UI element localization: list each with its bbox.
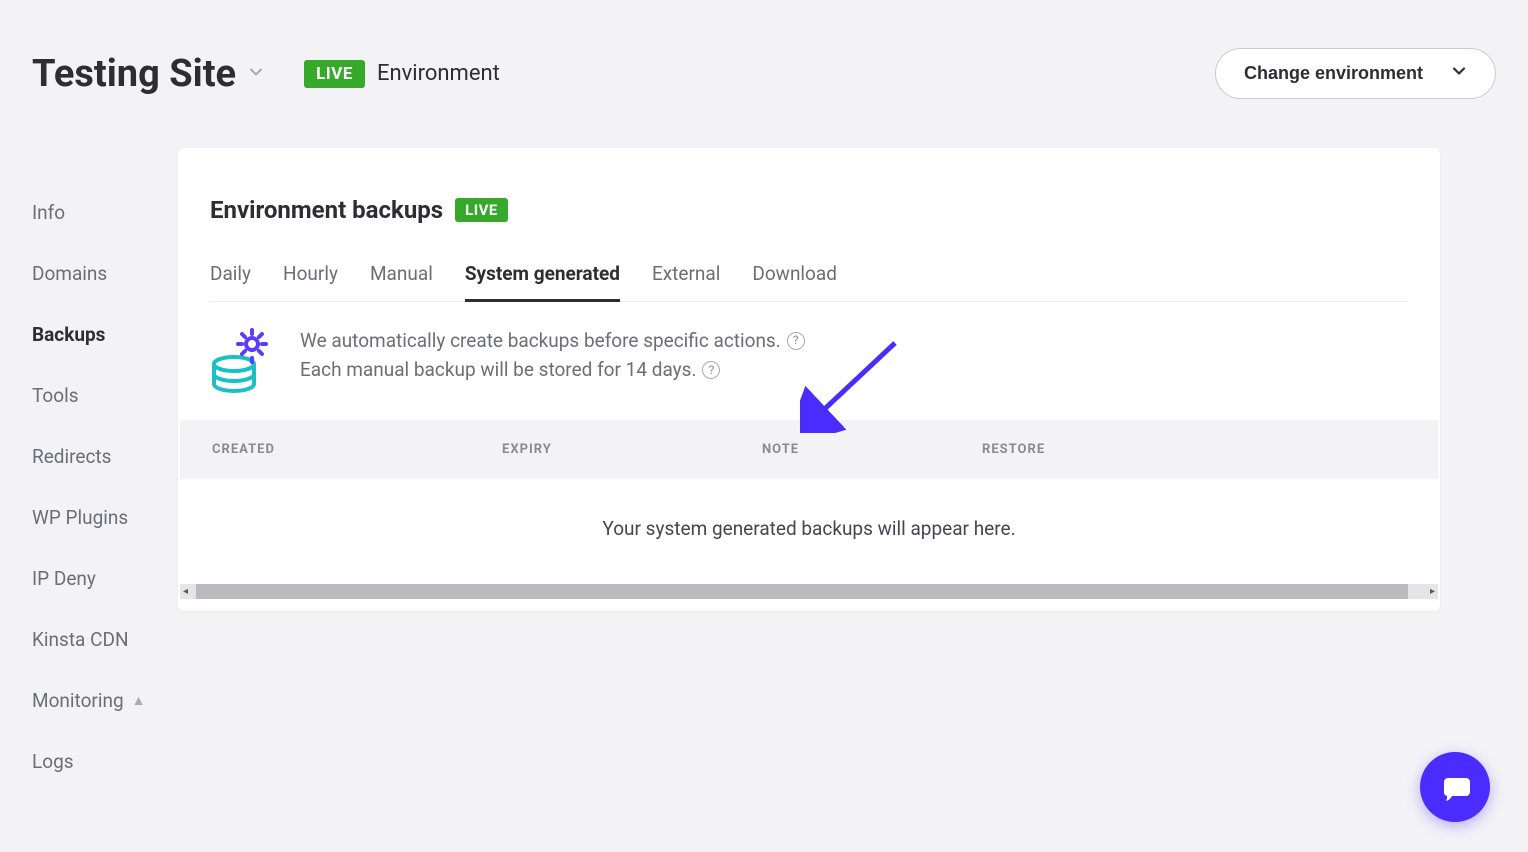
sidebar-item-label: Monitoring [32, 689, 124, 712]
info-line-1: We automatically create backups before s… [300, 326, 781, 355]
table-header: CREATED EXPIRY NOTE RESTORE [180, 420, 1438, 479]
card-title: Environment backups [210, 196, 443, 224]
backups-card: Environment backups LIVE Daily Hourly Ma… [178, 148, 1440, 611]
environment-label: Environment [377, 61, 500, 86]
environment-indicator: LIVE Environment [304, 60, 500, 88]
tab-label: Hourly [283, 262, 338, 285]
page-header: Testing Site LIVE Environment Change env… [0, 0, 1528, 127]
tab-label: Manual [370, 262, 433, 285]
tab-download[interactable]: Download [752, 248, 837, 302]
sidebar-item-info[interactable]: Info [32, 182, 177, 243]
chat-icon [1438, 770, 1472, 804]
sidebar-item-label: Kinsta CDN [32, 628, 129, 651]
sidebar-item-label: IP Deny [32, 567, 96, 590]
sidebar-item-label: Redirects [32, 445, 111, 468]
scroll-right-icon[interactable]: ▸ [1427, 586, 1438, 597]
col-created: CREATED [212, 442, 502, 457]
sidebar-item-redirects[interactable]: Redirects [32, 426, 177, 487]
tab-daily[interactable]: Daily [210, 248, 251, 302]
table-empty-message: Your system generated backups will appea… [178, 479, 1440, 584]
scroll-thumb[interactable] [196, 584, 1408, 599]
sidebar-item-kinsta-cdn[interactable]: Kinsta CDN [32, 609, 177, 670]
live-badge: LIVE [455, 198, 508, 222]
col-expiry: EXPIRY [502, 442, 762, 457]
tab-label: Daily [210, 262, 251, 285]
sidebar: Info Domains Backups Tools Redirects WP … [32, 182, 177, 792]
sidebar-item-ip-deny[interactable]: IP Deny [32, 548, 177, 609]
alert-icon: ▲ [132, 692, 146, 709]
tab-label: System generated [465, 262, 620, 285]
sidebar-item-label: Info [32, 201, 65, 224]
tab-label: External [652, 262, 720, 285]
sidebar-item-wp-plugins[interactable]: WP Plugins [32, 487, 177, 548]
tab-label: Download [752, 262, 837, 285]
info-line-2: Each manual backup will be stored for 14… [300, 355, 696, 384]
database-gear-icon [210, 326, 272, 388]
change-environment-label: Change environment [1244, 63, 1423, 84]
info-text: We automatically create backups before s… [300, 326, 805, 385]
chevron-down-icon [1451, 63, 1467, 84]
site-title: Testing Site [32, 52, 236, 96]
col-note: NOTE [762, 442, 982, 457]
tab-external[interactable]: External [652, 248, 720, 302]
sidebar-item-label: Domains [32, 262, 107, 285]
scroll-left-icon[interactable]: ◂ [180, 586, 191, 597]
info-block: We automatically create backups before s… [178, 302, 1440, 420]
sidebar-item-backups[interactable]: Backups [32, 304, 177, 365]
live-badge: LIVE [304, 60, 365, 88]
horizontal-scrollbar[interactable]: ◂ ▸ [180, 584, 1438, 599]
sidebar-item-monitoring[interactable]: Monitoring ▲ [32, 670, 177, 731]
col-restore: RESTORE [982, 442, 1406, 457]
tab-manual[interactable]: Manual [370, 248, 433, 302]
help-icon[interactable]: ? [787, 332, 805, 350]
sidebar-item-label: WP Plugins [32, 506, 128, 529]
sidebar-item-label: Logs [32, 750, 74, 773]
sidebar-item-label: Backups [32, 323, 105, 346]
chevron-down-icon [248, 64, 264, 84]
change-environment-button[interactable]: Change environment [1215, 48, 1496, 99]
tab-system-generated[interactable]: System generated [465, 248, 620, 302]
sidebar-item-tools[interactable]: Tools [32, 365, 177, 426]
help-icon[interactable]: ? [702, 361, 720, 379]
card-header: Environment backups LIVE [178, 148, 1440, 248]
sidebar-item-domains[interactable]: Domains [32, 243, 177, 304]
backup-tabs: Daily Hourly Manual System generated Ext… [210, 248, 1408, 302]
tab-hourly[interactable]: Hourly [283, 248, 338, 302]
sidebar-item-logs[interactable]: Logs [32, 731, 177, 792]
site-title-dropdown[interactable]: Testing Site [32, 52, 264, 96]
chat-launcher-button[interactable] [1420, 752, 1490, 822]
sidebar-item-label: Tools [32, 384, 79, 407]
